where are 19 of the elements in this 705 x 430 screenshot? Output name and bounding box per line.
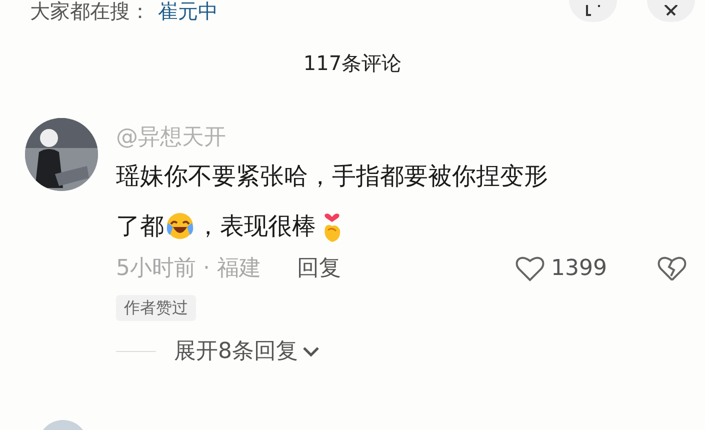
comment-text: ，表现很棒 bbox=[196, 211, 316, 242]
comment-time-location: 5小时前 · 福建 bbox=[116, 254, 261, 282]
author-liked-tag: 作者赞过 bbox=[116, 295, 196, 321]
comments-title: 117条评论 bbox=[303, 50, 402, 77]
laughing-emoji-icon bbox=[165, 211, 195, 241]
search-term-link[interactable]: 崔元中 bbox=[158, 0, 218, 22]
chevron-down-icon bbox=[302, 346, 320, 358]
reply-button[interactable]: 回复 bbox=[296, 252, 341, 284]
expand-icon bbox=[585, 5, 601, 17]
comment-text: 瑶妹你不要紧张哈，手指都要被你捏变形 bbox=[116, 161, 548, 192]
close-icon bbox=[663, 5, 679, 17]
like-icon[interactable] bbox=[515, 254, 545, 282]
expand-replies-button[interactable]: 展开8条回复 bbox=[174, 335, 320, 368]
search-hint-label: 大家都在搜： bbox=[30, 0, 150, 22]
comment-text: 了都 bbox=[116, 211, 164, 242]
close-button[interactable] bbox=[647, 0, 695, 22]
like-count: 1399 bbox=[551, 254, 607, 282]
broken-heart-icon[interactable] bbox=[657, 254, 687, 282]
fullscreen-button[interactable] bbox=[569, 0, 617, 22]
